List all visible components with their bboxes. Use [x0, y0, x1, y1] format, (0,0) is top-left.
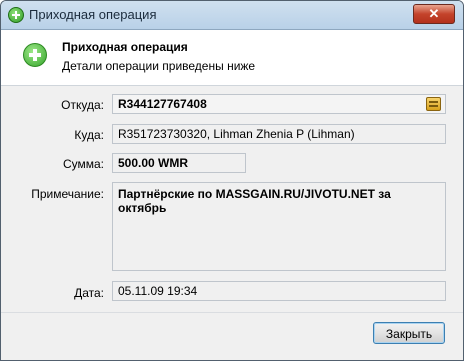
date-value: 05.11.09 19:34 — [118, 284, 198, 298]
note-value: Партнёрские по MASSGAIN.RU/JIVOTU.NET за… — [118, 187, 391, 215]
amount-field[interactable]: 500.00 WMR — [112, 153, 246, 173]
close-button[interactable]: Закрыть — [373, 322, 445, 344]
footer-divider — [1, 312, 463, 313]
plus-circle-icon — [8, 7, 24, 23]
plus-circle-icon — [23, 43, 47, 67]
dialog-window: Приходная операция ✕ Приходная операция … — [0, 0, 464, 361]
date-field[interactable]: 05.11.09 19:34 — [112, 281, 446, 301]
note-field[interactable]: Партнёрские по MASSGAIN.RU/JIVOTU.NET за… — [112, 182, 446, 271]
amount-label: Сумма: — [62, 157, 104, 171]
close-icon: ✕ — [428, 6, 440, 21]
from-field[interactable]: R344127767408 — [112, 94, 446, 114]
header-title: Приходная операция — [62, 40, 188, 54]
date-label: Дата: — [74, 286, 104, 300]
amount-value: 500.00 WMR — [118, 156, 189, 170]
from-value: R344127767408 — [118, 97, 207, 111]
from-label: Откуда: — [61, 98, 104, 112]
note-label: Примечание: — [31, 187, 104, 201]
window-close-button[interactable]: ✕ — [413, 4, 455, 24]
header-subtitle: Детали операции приведены ниже — [62, 59, 256, 73]
dialog-header: Приходная операция Детали операции приве… — [1, 30, 463, 86]
to-value: R351723730320, Lihman Zhenia P (Lihman) — [118, 127, 355, 141]
title-bar[interactable]: Приходная операция ✕ — [1, 1, 463, 30]
to-field[interactable]: R351723730320, Lihman Zhenia P (Lihman) — [112, 124, 446, 144]
wallet-icon[interactable] — [426, 97, 441, 111]
to-label: Куда: — [74, 128, 104, 142]
window-title: Приходная операция — [29, 7, 157, 22]
